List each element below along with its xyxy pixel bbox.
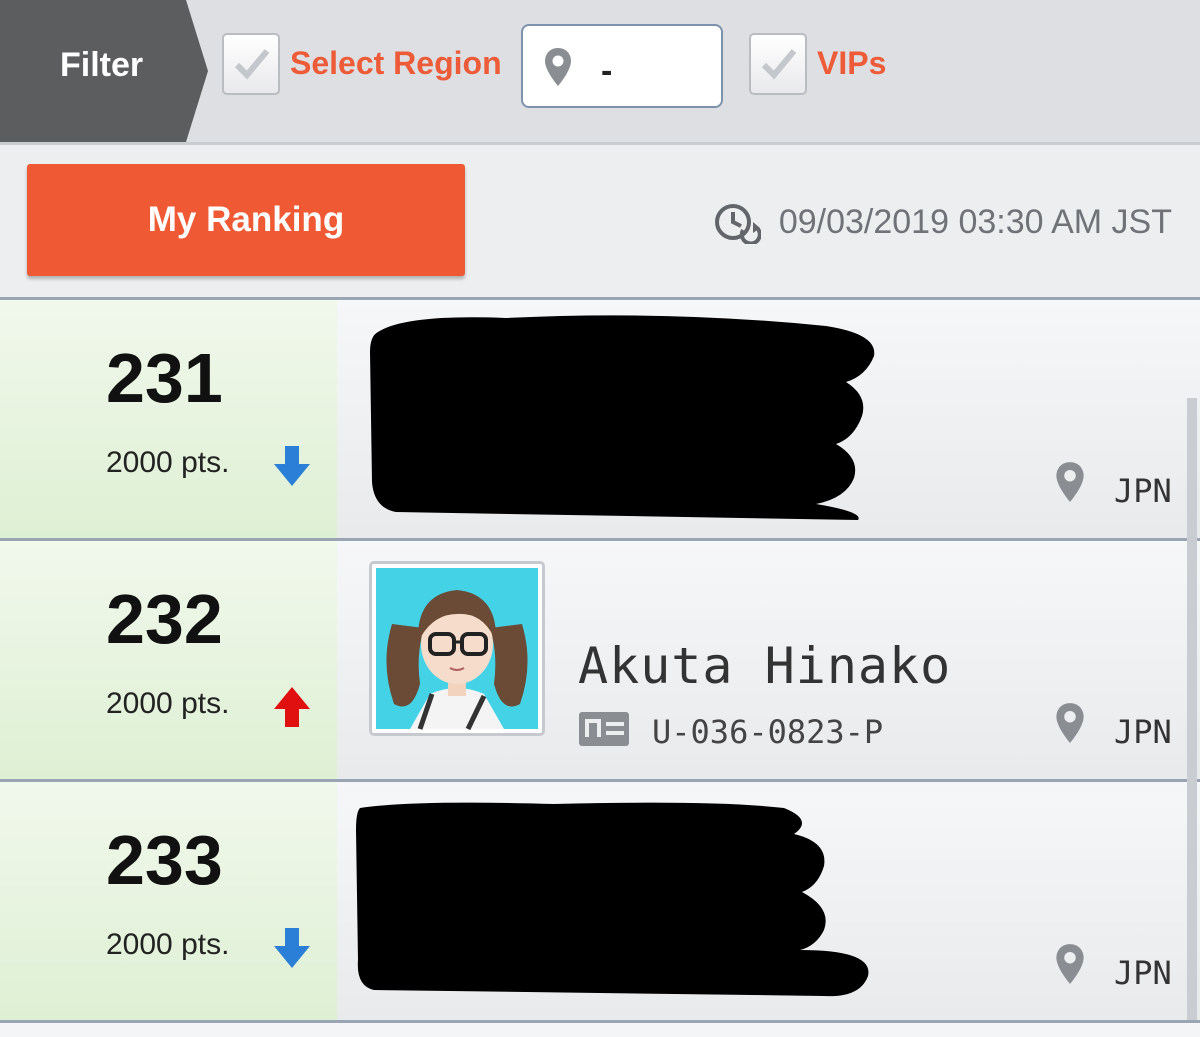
region-input-value: - [601,52,613,90]
checkmark-icon [234,49,270,80]
id-card-icon [579,712,629,746]
location-pin-icon [1056,462,1084,502]
ranking-row[interactable]: 232 2000 pts. Akuta Hinako U-036-0823-P [0,538,1200,779]
points: 2000 pts. [106,928,230,961]
avatar[interactable] [369,561,545,736]
rank-cell [0,541,337,779]
clock-refresh-icon [714,204,761,244]
select-region-label[interactable]: Select Region [290,45,502,82]
region-code: JPN [1114,472,1172,510]
rank-number: 233 [106,821,223,899]
redaction-mark [370,315,875,520]
region-input[interactable]: - [521,24,723,108]
filter-tab[interactable]: Filter [0,0,210,142]
arrow-up-icon [274,687,310,727]
rank-cell [0,300,337,538]
region-code: JPN [1114,713,1172,751]
player-name: Akuta Hinako [578,637,952,695]
location-pin-icon [1056,944,1084,984]
next-row-edge [0,1020,1200,1037]
checkmark-icon [761,49,797,80]
arrow-down-icon [274,446,310,486]
ranking-row[interactable]: 231 2000 pts. JPN [0,297,1200,538]
rank-cell [0,782,337,1020]
last-updated-text: 09/03/2019 03:30 AM JST [778,202,1172,241]
points: 2000 pts. [106,446,230,479]
rank-number: 232 [106,580,223,658]
filter-label: Filter [60,46,144,84]
select-region-checkbox[interactable] [222,33,280,95]
arrow-down-icon [274,928,310,968]
my-ranking-button[interactable]: My Ranking [27,164,465,276]
player-id: U-036-0823-P [652,713,884,751]
vips-label[interactable]: VIPs [817,45,886,82]
vips-checkbox[interactable] [749,33,807,95]
scrollbar[interactable] [1187,398,1197,1034]
region-code: JPN [1114,954,1172,992]
location-pin-icon [1056,703,1084,743]
ranking-row[interactable]: 233 2000 pts. JPN [0,779,1200,1020]
points: 2000 pts. [106,687,230,720]
filter-bar: Filter Select Region - VIPs [0,0,1200,145]
rank-number: 231 [106,339,223,417]
location-pin-icon [545,48,571,86]
last-updated: 09/03/2019 03:30 AM JST [713,200,1172,244]
